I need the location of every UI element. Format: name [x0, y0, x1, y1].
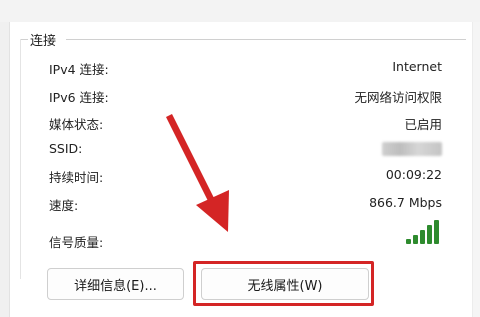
row-ipv4: IPv4 连接: Internet	[0, 59, 480, 79]
ipv6-value: 无网络访问权限	[354, 90, 442, 105]
ipv4-label: IPv4 连接:	[49, 62, 109, 77]
ipv6-label: IPv6 连接:	[49, 90, 109, 105]
speed-label: 速度:	[49, 198, 79, 213]
row-speed: 速度: 866.7 Mbps	[0, 195, 480, 215]
signal-bar	[434, 220, 439, 244]
details-button[interactable]: 详细信息(E)...	[47, 268, 184, 300]
row-ipv6: IPv6 连接: 无网络访问权限	[0, 87, 480, 107]
media-state-value: 已启用	[404, 117, 442, 132]
signal-bar	[413, 235, 418, 244]
signal-bar	[420, 230, 425, 244]
ssid-value-redacted	[382, 142, 442, 156]
group-border-top	[66, 39, 466, 40]
row-ssid: SSID:	[0, 141, 480, 161]
annotation-highlight-box	[193, 261, 374, 306]
window-top-band	[0, 0, 480, 22]
speed-value: 866.7 Mbps	[369, 195, 442, 210]
duration-value: 00:09:22	[385, 167, 442, 182]
media-state-label: 媒体状态:	[49, 117, 104, 132]
duration-label: 持续时间:	[49, 170, 104, 185]
signal-bars-icon	[406, 220, 439, 244]
ipv4-value: Internet	[392, 59, 442, 74]
row-duration: 持续时间: 00:09:22	[0, 167, 480, 187]
ssid-label: SSID:	[49, 141, 83, 156]
connection-group-title: 连接	[30, 34, 57, 49]
signal-quality-label: 信号质量:	[49, 235, 104, 250]
row-media-state: 媒体状态: 已启用	[0, 114, 480, 134]
signal-bar	[406, 239, 411, 244]
group-border-left	[20, 39, 28, 40]
signal-bar	[427, 225, 432, 244]
